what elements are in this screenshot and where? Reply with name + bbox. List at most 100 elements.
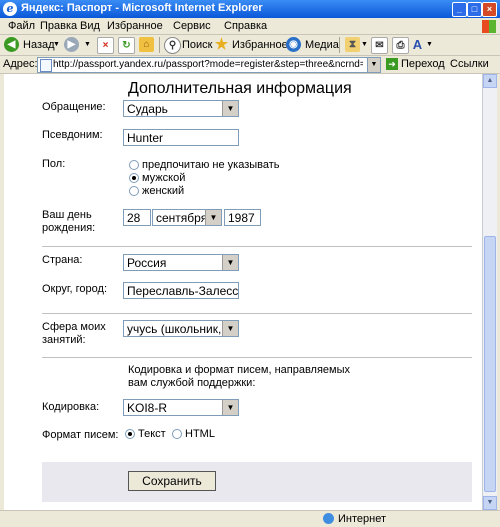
- menu-edit[interactable]: Правка: [40, 20, 77, 32]
- birthday-day-value: 28: [127, 211, 141, 225]
- maximize-button[interactable]: □: [467, 2, 482, 17]
- gender-option-unspecified[interactable]: предпочитаю не указывать: [129, 159, 280, 171]
- home-icon[interactable]: ⌂: [139, 37, 154, 52]
- security-zone: Интернет: [338, 513, 386, 525]
- page-heading: Дополнительная информация: [128, 80, 352, 97]
- menu-file[interactable]: Файл: [8, 20, 35, 32]
- print-icon[interactable]: ⎙: [392, 37, 409, 54]
- address-dropdown-icon[interactable]: ▼: [367, 58, 380, 72]
- links-button[interactable]: Ссылки: [450, 58, 489, 70]
- menu-tools[interactable]: Сервис: [173, 20, 211, 32]
- radio-button[interactable]: [172, 429, 182, 440]
- radio-button-checked[interactable]: [125, 429, 135, 440]
- address-input[interactable]: http://passport.yandex.ru/passport?mode=…: [37, 57, 381, 73]
- save-area: Сохранить: [42, 462, 472, 502]
- favorites-button[interactable]: Избранное: [232, 39, 288, 51]
- mail-icon[interactable]: ✉: [371, 37, 388, 54]
- window-title: Яндекс: Паспорт - Microsoft Internet Exp…: [21, 2, 263, 14]
- occupation-label-line2: занятий:: [42, 334, 86, 346]
- encoding-label: Кодировка:: [42, 401, 100, 413]
- birthday-label: Ваш день рождения:: [42, 209, 95, 235]
- toolbar-separator: [339, 37, 340, 53]
- mail-format-text-option[interactable]: Текст: [125, 428, 166, 440]
- mail-format-option-label: HTML: [185, 428, 215, 440]
- country-label: Страна:: [42, 254, 83, 266]
- back-dropdown-icon[interactable]: ▼: [53, 41, 60, 48]
- chevron-down-icon[interactable]: ▼: [205, 210, 221, 225]
- gender-option-label: женский: [142, 185, 185, 197]
- forward-arrow-icon[interactable]: ▶: [64, 37, 79, 52]
- windows-logo-icon: [482, 20, 496, 33]
- mail-format-html-option[interactable]: HTML: [172, 428, 215, 440]
- nickname-label: Псевдоним:: [42, 129, 103, 141]
- back-arrow-icon[interactable]: ◀: [4, 37, 19, 52]
- occupation-select[interactable]: учусь (школьник, с ▼: [123, 320, 239, 337]
- radio-button[interactable]: [129, 186, 139, 197]
- birthday-month-select[interactable]: сентября ▼: [152, 209, 222, 226]
- birthday-month-value: сентября: [156, 211, 208, 225]
- media-button[interactable]: Медиа: [305, 39, 339, 51]
- forward-dropdown-icon[interactable]: ▼: [84, 41, 91, 48]
- city-label: Округ, город:: [42, 283, 108, 295]
- chevron-down-icon[interactable]: ▼: [222, 321, 238, 336]
- gender-option-male[interactable]: мужской: [129, 172, 185, 184]
- back-button[interactable]: Назад: [23, 39, 55, 51]
- occupation-value: учусь (школьник, с: [127, 322, 223, 336]
- history-dropdown-icon[interactable]: ▼: [361, 41, 368, 48]
- city-input[interactable]: Переславль-Залесск: [123, 282, 239, 299]
- toolbar-separator: [159, 37, 160, 53]
- occupation-label: Сфера моих занятий:: [42, 321, 106, 347]
- vertical-scrollbar[interactable]: ▲ ▼: [482, 74, 497, 510]
- birthday-year-input[interactable]: 1987: [224, 209, 261, 226]
- stop-icon[interactable]: ×: [97, 37, 114, 54]
- minimize-button[interactable]: _: [452, 2, 467, 17]
- save-button[interactable]: Сохранить: [128, 471, 216, 491]
- favorites-star-icon[interactable]: ★: [214, 37, 229, 52]
- status-bar: Интернет: [0, 510, 500, 527]
- chevron-down-icon[interactable]: ▼: [222, 101, 238, 116]
- address-bar: Адрес: http://passport.yandex.ru/passpor…: [0, 56, 500, 74]
- nickname-value: Hunter: [127, 131, 164, 145]
- birthday-label-line2: рождения:: [42, 222, 96, 234]
- menu-view[interactable]: Вид: [80, 20, 100, 32]
- mail-format-label: Формат писем:: [42, 429, 119, 441]
- globe-icon: [323, 513, 334, 524]
- gender-label: Пол:: [42, 158, 66, 170]
- history-icon[interactable]: ⧗: [345, 37, 360, 52]
- gender-option-female[interactable]: женский: [129, 185, 184, 197]
- chevron-down-icon[interactable]: ▼: [222, 400, 238, 415]
- ie-icon: e: [3, 2, 17, 16]
- close-button[interactable]: ×: [482, 2, 497, 17]
- occupation-label-line1: Сфера моих: [42, 321, 106, 333]
- radio-button[interactable]: [129, 160, 139, 171]
- mail-format-option-label: Текст: [138, 428, 166, 440]
- section-divider: [42, 246, 472, 247]
- nickname-input[interactable]: Hunter: [123, 129, 239, 146]
- menu-help[interactable]: Справка: [224, 20, 267, 32]
- salutation-value: Сударь: [127, 102, 168, 116]
- birthday-day-input[interactable]: 28: [123, 209, 151, 226]
- scroll-down-icon[interactable]: ▼: [483, 496, 497, 510]
- country-select[interactable]: Россия ▼: [123, 254, 239, 271]
- media-icon[interactable]: ◉: [286, 37, 301, 52]
- chevron-down-icon[interactable]: ▼: [222, 255, 238, 270]
- search-button[interactable]: Поиск: [182, 39, 212, 51]
- section-divider: [42, 357, 472, 358]
- edit-dropdown-icon[interactable]: ▼: [426, 41, 433, 48]
- go-arrow-icon[interactable]: ➜: [386, 58, 398, 70]
- menu-favorites[interactable]: Избранное: [107, 20, 163, 32]
- edit-icon[interactable]: A: [410, 37, 425, 52]
- title-bar: e Яндекс: Паспорт - Microsoft Internet E…: [0, 0, 500, 18]
- salutation-select[interactable]: Сударь ▼: [123, 100, 239, 117]
- mail-settings-note: Кодировка и формат писем, направляемых в…: [128, 364, 351, 389]
- address-url[interactable]: http://passport.yandex.ru/passport?mode=…: [53, 59, 363, 70]
- country-value: Россия: [127, 256, 167, 270]
- scroll-up-icon[interactable]: ▲: [483, 74, 497, 88]
- refresh-icon[interactable]: ↻: [118, 37, 135, 54]
- search-icon[interactable]: ⚲: [164, 37, 181, 54]
- scrollbar-thumb[interactable]: [484, 236, 496, 492]
- encoding-select[interactable]: KOI8-R ▼: [123, 399, 239, 416]
- go-button[interactable]: Переход: [401, 58, 445, 70]
- encoding-value: KOI8-R: [127, 401, 168, 415]
- radio-button-checked[interactable]: [129, 173, 139, 184]
